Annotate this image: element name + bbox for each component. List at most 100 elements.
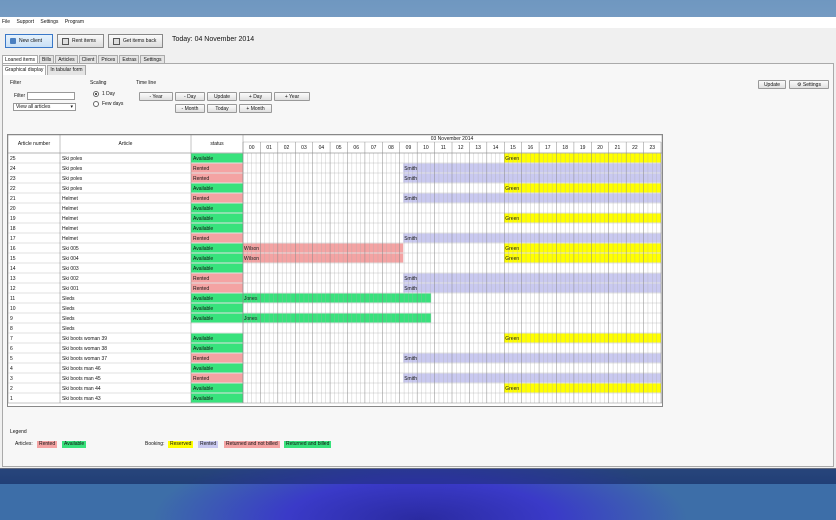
menu-settings[interactable]: Settings bbox=[40, 17, 58, 28]
hour-label: 23 bbox=[650, 145, 656, 151]
row-status-label: Available bbox=[193, 256, 213, 262]
menu-support[interactable]: Support bbox=[16, 17, 34, 28]
row-status-label: Rented bbox=[193, 376, 209, 382]
row-article-name: Ski boots woman 38 bbox=[62, 346, 107, 352]
row-article-number: 19 bbox=[10, 216, 16, 222]
update-button[interactable]: Update bbox=[758, 80, 786, 89]
article-view-select[interactable]: View all articles ▾ bbox=[13, 103, 76, 111]
booking-chart: Article number Article status 03 November 2… bbox=[7, 134, 663, 404]
new-client-label: New client bbox=[19, 38, 43, 44]
new-client-button[interactable]: New client bbox=[5, 34, 53, 48]
booking-client-name: Smith bbox=[404, 356, 417, 362]
row-article-name: Sleds bbox=[62, 296, 75, 302]
settings-button[interactable]: ⚙ Settings bbox=[789, 80, 829, 89]
row-status-label: Available bbox=[193, 296, 213, 302]
plus-month-button[interactable]: + Month bbox=[239, 104, 272, 113]
row-status-label: Available bbox=[193, 156, 213, 162]
booking-bar bbox=[243, 243, 404, 253]
row-article-name: Helmet bbox=[62, 236, 78, 242]
booking-bar bbox=[403, 373, 661, 383]
row-status-label: Available bbox=[193, 186, 213, 192]
radio-selected-icon bbox=[93, 91, 99, 97]
menu-file[interactable]: File bbox=[2, 17, 10, 28]
article-view-value: View all articles bbox=[16, 104, 51, 110]
row-article-number: 18 bbox=[10, 226, 16, 232]
minus-day-button[interactable]: - Day bbox=[175, 92, 205, 101]
row-article-number: 1 bbox=[10, 396, 13, 402]
row-article-number: 7 bbox=[10, 336, 13, 342]
radio-few-days[interactable]: Few days bbox=[93, 101, 123, 107]
booking-client-name: Smith bbox=[404, 236, 417, 242]
row-status-label: Rented bbox=[193, 196, 209, 202]
hour-label: 05 bbox=[336, 145, 342, 151]
hour-label: 21 bbox=[615, 145, 621, 151]
minus-month-button[interactable]: - Month bbox=[175, 104, 205, 113]
booking-bar bbox=[243, 313, 432, 323]
hour-label: 18 bbox=[562, 145, 568, 151]
today-button[interactable]: Today bbox=[207, 104, 237, 113]
row-article-number: 24 bbox=[10, 166, 16, 172]
row-status-label: Available bbox=[193, 386, 213, 392]
legend-title: Legend bbox=[10, 429, 27, 435]
plus-year-button[interactable]: + Year bbox=[274, 92, 310, 101]
radio-1-day[interactable]: 1 Day bbox=[93, 91, 115, 97]
row-article-name: Ski 001 bbox=[62, 286, 79, 292]
rent-items-button[interactable]: Rent items bbox=[57, 34, 104, 48]
row-status-label: Available bbox=[193, 246, 213, 252]
minus-year-button[interactable]: - Year bbox=[139, 92, 173, 101]
booking-bar bbox=[403, 193, 661, 203]
row-status-label: Rented bbox=[193, 236, 209, 242]
gear-icon: ⚙ bbox=[797, 82, 802, 88]
menu-bar: File Support Settings Program bbox=[0, 17, 836, 28]
row-article-name: Ski boots man 43 bbox=[62, 396, 101, 402]
hour-label: 12 bbox=[458, 145, 464, 151]
plus-day-button[interactable]: + Day bbox=[239, 92, 272, 101]
today-date: Today: 04 November 2014 bbox=[172, 36, 255, 43]
row-status-label: Available bbox=[193, 206, 213, 212]
subtab-graphical[interactable]: Graphical display bbox=[2, 65, 47, 75]
booking-client-name: Smith bbox=[404, 176, 417, 182]
hour-label: 11 bbox=[441, 145, 446, 151]
row-article-number: 23 bbox=[10, 176, 16, 182]
row-article-number: 15 bbox=[10, 256, 16, 262]
rent-items-icon bbox=[62, 37, 69, 45]
radio-unselected-icon bbox=[93, 101, 99, 107]
filter-input[interactable] bbox=[27, 92, 75, 100]
row-article-name: Sleds bbox=[62, 326, 75, 332]
hour-label: 00 bbox=[249, 145, 255, 151]
hour-label: 17 bbox=[545, 145, 551, 151]
subtab-tabular[interactable]: In tabular form bbox=[47, 65, 86, 75]
row-article-name: Ski boots man 46 bbox=[62, 366, 101, 372]
row-article-number: 6 bbox=[10, 346, 13, 352]
row-status-label: Rented bbox=[193, 356, 209, 362]
update-timeline-button[interactable]: Update bbox=[207, 92, 237, 101]
hour-label: 13 bbox=[475, 145, 481, 151]
get-items-back-button[interactable]: Get items back bbox=[108, 34, 163, 48]
row-article-name: Ski poles bbox=[62, 166, 83, 172]
booking-bar bbox=[403, 353, 661, 363]
row-status-label: Available bbox=[193, 216, 213, 222]
timeline-group-label: Time line bbox=[136, 80, 157, 86]
row-article-name: Ski 003 bbox=[62, 266, 79, 272]
booking-bar bbox=[403, 283, 661, 293]
row-article-number: 10 bbox=[10, 306, 16, 312]
legend-booking-returned-billed: Returned and billed bbox=[284, 441, 332, 448]
display-subtabs: Graphical display In tabular form bbox=[2, 65, 87, 75]
row-status-label: Available bbox=[193, 366, 213, 372]
hour-label: 03 bbox=[301, 145, 307, 151]
row-article-name: Helmet bbox=[62, 196, 78, 202]
booking-bar bbox=[403, 273, 661, 283]
menu-program[interactable]: Program bbox=[65, 17, 84, 28]
get-items-back-icon bbox=[113, 37, 120, 45]
get-items-back-label: Get items back bbox=[123, 38, 157, 44]
row-article-name: Ski boots man 44 bbox=[62, 386, 101, 392]
legend-booking-reserved: Reserved bbox=[168, 441, 194, 448]
row-status-label: Rented bbox=[193, 286, 209, 292]
hour-label: 22 bbox=[632, 145, 638, 151]
row-article-name: Ski boots woman 39 bbox=[62, 336, 107, 342]
hour-label: 10 bbox=[423, 145, 429, 151]
row-article-number: 21 bbox=[10, 196, 16, 202]
row-article-number: 14 bbox=[10, 266, 16, 272]
row-article-name: Ski 002 bbox=[62, 276, 79, 282]
row-article-number: 8 bbox=[10, 326, 13, 332]
